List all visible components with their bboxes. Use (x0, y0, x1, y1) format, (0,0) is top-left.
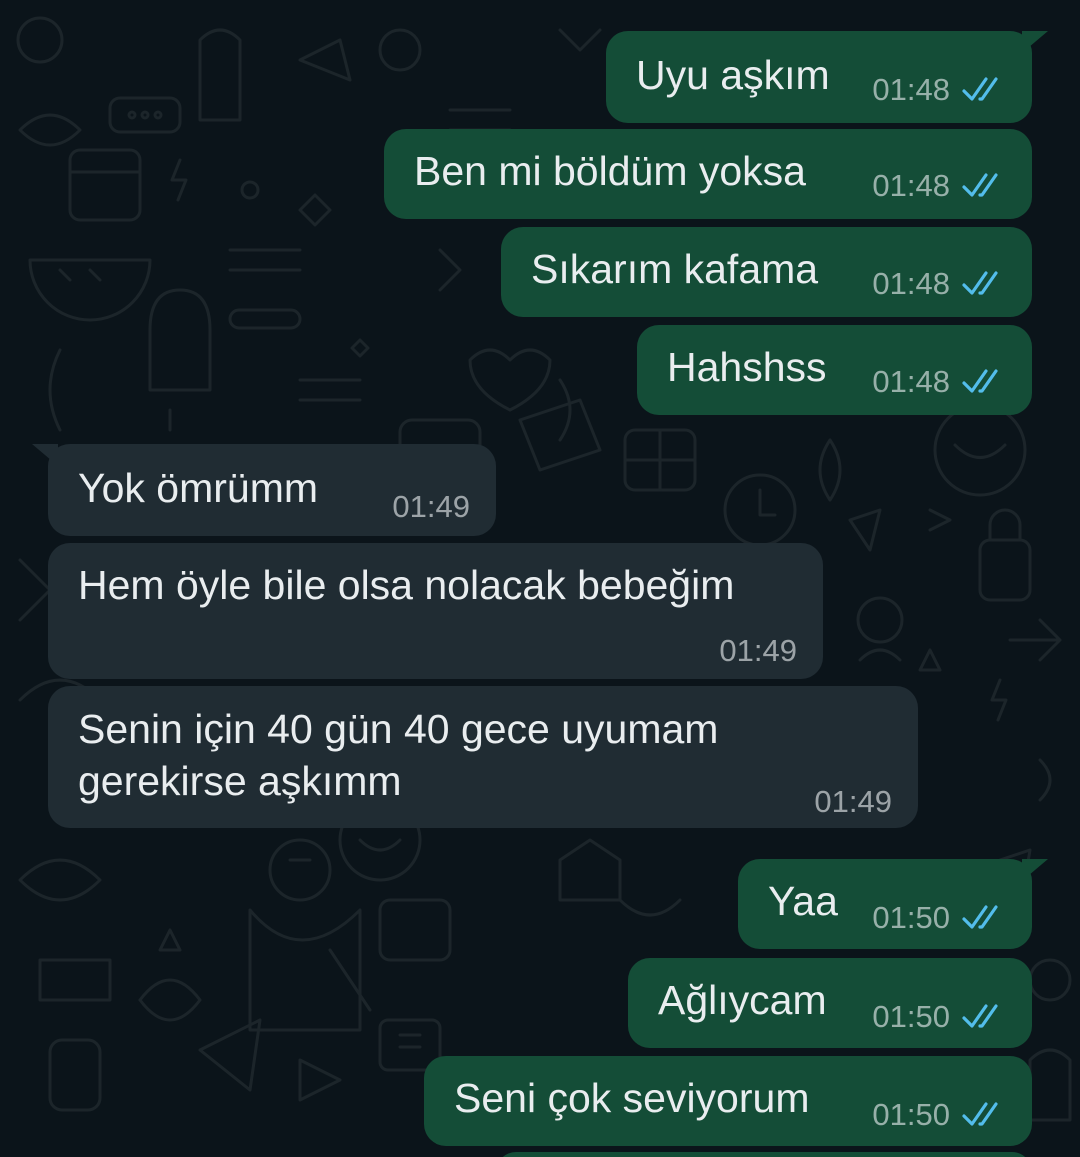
message-time: 01:48 (872, 266, 950, 301)
message-meta: 01:50 (872, 901, 1006, 935)
message-time: 01:49 (719, 633, 797, 668)
message-time: 01:48 (872, 72, 950, 107)
message-time: 01:49 (392, 489, 470, 524)
outgoing-message[interactable]: Seni çok seviyorum 01:50 (424, 1056, 1032, 1146)
message-text: Yaa (768, 878, 838, 924)
message-meta: 01:49 (719, 634, 797, 668)
outgoing-message[interactable]: Sıkarım kafama 01:48 (501, 227, 1032, 317)
outgoing-message-partial[interactable] (496, 1152, 1032, 1157)
message-meta: 01:50 (872, 1000, 1006, 1034)
message-text: Yok ömrümm (78, 465, 318, 511)
message-meta: 01:48 (872, 365, 1006, 399)
incoming-message[interactable]: Yok ömrümm 01:49 (32, 444, 496, 536)
message-meta: 01:50 (872, 1098, 1006, 1132)
message-text: Sıkarım kafama (531, 246, 819, 292)
message-text: Hahshss (667, 344, 827, 390)
message-time: 01:50 (872, 1097, 950, 1132)
message-meta: 01:49 (814, 785, 892, 819)
message-meta: 01:49 (392, 490, 470, 524)
outgoing-message[interactable]: Uyu aşkım 01:48 (606, 31, 1048, 123)
bubble-tail (1022, 859, 1048, 881)
outgoing-message[interactable]: Yaa 01:50 (738, 859, 1048, 949)
message-text: Uyu aşkım (636, 52, 830, 98)
incoming-message[interactable]: Senin için 40 gün 40 gece uyumam gerekir… (48, 686, 918, 828)
double-check-icon (962, 173, 998, 197)
message-text: Seni çok seviyorum (454, 1075, 810, 1121)
message-text: Hem öyle bile olsa nolacak bebeğim (78, 562, 735, 608)
message-text: Ben mi böldüm yoksa (414, 148, 806, 194)
bubble-tail (1022, 31, 1048, 53)
double-check-icon (962, 77, 998, 101)
bubble-tail (32, 444, 58, 466)
double-check-icon (962, 905, 998, 929)
double-check-icon (962, 1102, 998, 1126)
message-text-line-2: gerekirse aşkımm (78, 758, 402, 804)
message-text: Ağlıycam (658, 977, 827, 1023)
message-meta: 01:48 (872, 267, 1006, 301)
double-check-icon (962, 271, 998, 295)
message-time: 01:50 (872, 900, 950, 935)
message-time: 01:48 (872, 168, 950, 203)
message-text-line-1: Senin için 40 gün 40 gece uyumam (78, 706, 719, 752)
incoming-message[interactable]: Hem öyle bile olsa nolacak bebeğim 01:49 (48, 543, 823, 679)
message-meta: 01:48 (872, 73, 1006, 107)
chat-view[interactable]: Uyu aşkım 01:48 Ben mi böldüm yoksa 01:4… (0, 0, 1080, 1157)
message-time: 01:49 (814, 784, 892, 819)
message-time: 01:48 (872, 364, 950, 399)
double-check-icon (962, 369, 998, 393)
outgoing-message[interactable]: Ağlıycam 01:50 (628, 958, 1032, 1048)
outgoing-message[interactable]: Ben mi böldüm yoksa 01:48 (384, 129, 1032, 219)
outgoing-message[interactable]: Hahshss 01:48 (637, 325, 1032, 415)
message-time: 01:50 (872, 999, 950, 1034)
message-meta: 01:48 (872, 169, 1006, 203)
double-check-icon (962, 1004, 998, 1028)
